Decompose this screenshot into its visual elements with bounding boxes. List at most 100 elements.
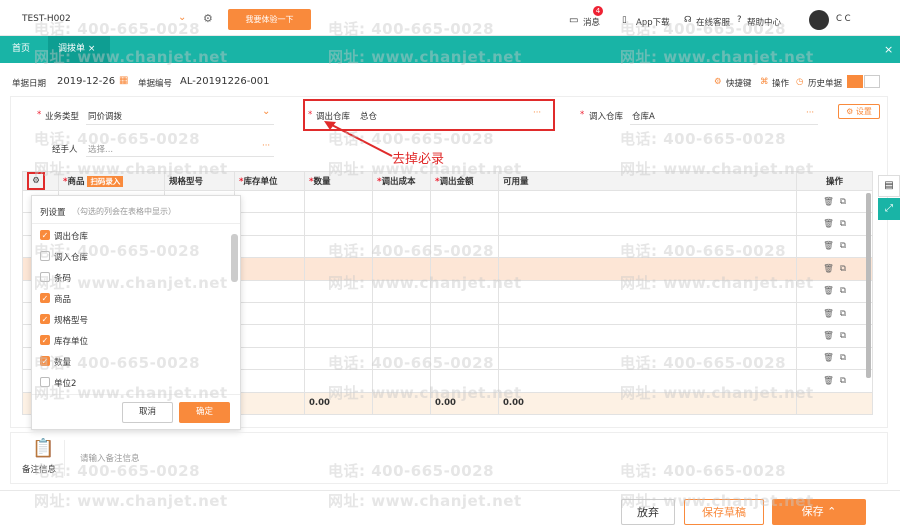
help-link[interactable]: 帮助中心 <box>747 16 781 28</box>
in-warehouse-label: 调入仓库 <box>589 112 624 122</box>
column-option[interactable]: 商品 <box>54 293 71 305</box>
app-download-link[interactable]: App下载 <box>636 16 670 28</box>
user-name[interactable]: C C <box>836 14 851 24</box>
col-spec: 规格型号 <box>164 171 235 191</box>
discard-button[interactable]: 放弃 <box>621 499 675 525</box>
delete-icon[interactable]: 🗑 <box>823 376 834 386</box>
expand-icon[interactable]: ⤢ <box>878 198 900 220</box>
tab-bar: 首页 调拨单 × × <box>0 36 900 63</box>
copy-icon[interactable]: ⧉ <box>840 309 846 319</box>
service-link[interactable]: 在线客服 <box>696 16 730 28</box>
message-icon[interactable]: ▭ <box>569 15 578 26</box>
delete-icon[interactable]: 🗑 <box>823 197 834 207</box>
column-option[interactable]: 数量 <box>54 356 71 368</box>
close-icon[interactable]: × <box>88 44 96 54</box>
handler-input[interactable]: 选择... <box>88 143 113 155</box>
date-value[interactable]: 2019-12-26 <box>57 76 115 87</box>
biz-type-value[interactable]: 同价调拨 <box>88 110 122 122</box>
checkbox[interactable] <box>40 251 50 261</box>
chevron-down-icon[interactable]: ⌄ <box>178 12 186 23</box>
gear-icon[interactable]: ⚙ <box>203 12 213 25</box>
checkbox[interactable]: ✓ <box>40 356 50 366</box>
column-settings-cell[interactable]: ⚙ <box>22 171 59 191</box>
copy-icon[interactable]: ⧉ <box>840 241 846 251</box>
copy-icon[interactable]: ⧉ <box>840 286 846 296</box>
delete-icon[interactable]: 🗑 <box>823 219 834 229</box>
settings-button[interactable]: ⚙ 设置 <box>838 104 880 119</box>
gear-icon[interactable]: ⚙ <box>27 172 45 190</box>
more-icon[interactable]: ··· <box>533 108 541 118</box>
col-amount: *调出金额 <box>430 171 499 191</box>
table-scrollbar[interactable] <box>866 193 871 378</box>
company-name: TEST-H002 <box>22 14 71 24</box>
close-window-icon[interactable]: × <box>884 43 893 56</box>
column-option[interactable]: 单位2 <box>54 377 76 389</box>
in-warehouse-value[interactable]: 仓库A <box>632 110 655 122</box>
more-icon[interactable]: ··· <box>806 108 814 118</box>
doc-no-value: AL-20191226-001 <box>180 76 270 87</box>
calendar-icon[interactable]: ▦ <box>119 75 128 86</box>
save-button[interactable]: 保存 ⌃ <box>772 499 866 525</box>
more-icon[interactable]: ··· <box>262 141 270 151</box>
checkbox[interactable] <box>40 377 50 387</box>
shortcut-icon: ⚙ <box>714 77 722 87</box>
delete-icon[interactable]: 🗑 <box>823 353 834 363</box>
copy-icon[interactable]: ⧉ <box>840 264 846 274</box>
tab-home[interactable]: 首页 <box>2 36 40 63</box>
checkbox[interactable]: ✓ <box>40 293 50 303</box>
checkbox[interactable]: ✓ <box>40 335 50 345</box>
save-draft-button[interactable]: 保存草稿 <box>684 499 764 525</box>
chevron-down-icon[interactable]: ⌄ <box>262 106 270 117</box>
checkbox[interactable]: ✓ <box>40 314 50 324</box>
required-mark: * <box>308 110 313 120</box>
list-view-icon[interactable] <box>847 75 863 88</box>
notes-input[interactable]: 请输入备注信息 <box>80 452 140 464</box>
avatar[interactable] <box>809 10 829 30</box>
save-label: 保存 <box>801 505 824 518</box>
tab-transfer[interactable]: 调拨单 × <box>48 36 110 63</box>
copy-icon[interactable]: ⧉ <box>840 376 846 386</box>
cancel-button[interactable]: 取消 <box>122 402 173 423</box>
copy-icon[interactable]: ⧉ <box>840 331 846 341</box>
confirm-button[interactable]: 确定 <box>179 402 230 423</box>
ops-link[interactable]: 操作 <box>772 77 789 89</box>
settings-label: 设置 <box>855 107 872 116</box>
handler-label: 经手人 <box>52 145 78 155</box>
annotation-arrow <box>324 121 393 157</box>
top-bar: TEST-H002 ⌄ ⚙ 我要体验一下 ▭ 4 消息 ▯ App下载 ☊ 在线… <box>0 0 900 36</box>
column-option[interactable]: 调出仓库 <box>54 230 88 242</box>
copy-icon[interactable]: ⧉ <box>840 353 846 363</box>
delete-icon[interactable]: 🗑 <box>823 286 834 296</box>
footer-bar <box>0 490 900 528</box>
column-option[interactable]: 规格型号 <box>54 314 88 326</box>
column-settings-popup: 列设置 （勾选的列会在表格中显示） ✓ 调出仓库 调入仓库 条码 ✓ 商品 ✓ 规格型… <box>31 195 241 430</box>
message-badge: 4 <box>593 6 603 16</box>
document-icon[interactable]: ▤ <box>878 175 900 197</box>
message-link[interactable]: 消息 <box>583 16 600 28</box>
grid-view-icon[interactable] <box>864 75 880 88</box>
checkbox[interactable]: ✓ <box>40 230 50 240</box>
delete-icon[interactable]: 🗑 <box>823 264 834 274</box>
column-option[interactable]: 库存单位 <box>54 335 88 347</box>
scan-button[interactable]: 扫码录入 <box>87 176 124 187</box>
copy-icon[interactable]: ⧉ <box>840 219 846 229</box>
delete-icon[interactable]: 🗑 <box>823 241 834 251</box>
required-mark: * <box>580 110 585 120</box>
col-ops: 操作 <box>796 171 873 191</box>
shortcut-link[interactable]: 快捷键 <box>726 77 752 89</box>
copy-icon[interactable]: ⧉ <box>840 197 846 207</box>
try-button[interactable]: 我要体验一下 <box>228 9 311 30</box>
delete-icon[interactable]: 🗑 <box>823 331 834 341</box>
checkbox[interactable] <box>40 272 50 282</box>
popup-scrollbar[interactable] <box>231 234 238 282</box>
total-amount: 0.00 <box>430 391 499 415</box>
popup-title: 列设置 <box>40 208 66 218</box>
column-option[interactable]: 调入仓库 <box>54 251 88 263</box>
history-link[interactable]: 历史单据 <box>808 77 842 89</box>
col-product: *商品 扫码录入 <box>58 171 165 191</box>
history-icon: ◷ <box>796 77 804 87</box>
total-available: 0.00 <box>498 391 797 415</box>
delete-icon[interactable]: 🗑 <box>823 309 834 319</box>
date-label: 单据日期 <box>12 79 47 89</box>
column-option[interactable]: 条码 <box>54 272 71 284</box>
